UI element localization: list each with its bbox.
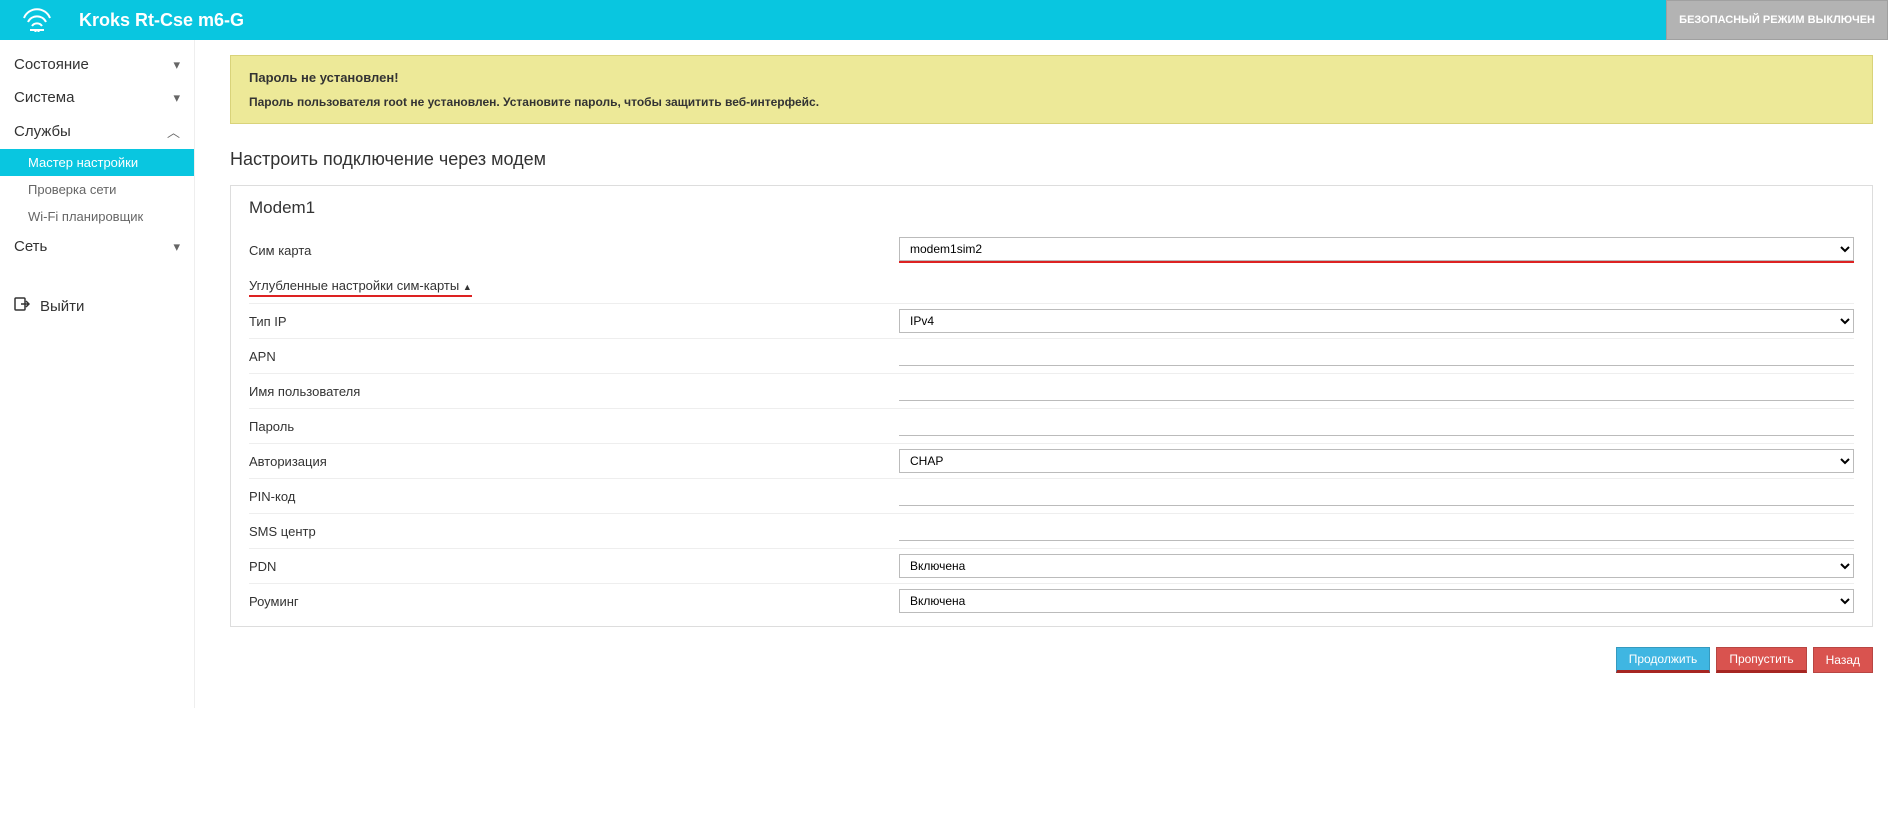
sidebar-item-label: Службы bbox=[14, 123, 71, 140]
sim-card-label: Сим карта bbox=[249, 243, 899, 258]
auth-label: Авторизация bbox=[249, 454, 899, 469]
modem-title: Modem1 bbox=[249, 198, 1854, 218]
sidebar-item-services[interactable]: Службы ︿ bbox=[0, 114, 194, 149]
pin-label: PIN-код bbox=[249, 489, 899, 504]
skip-button[interactable]: Пропустить bbox=[1716, 647, 1806, 673]
product-title: Kroks Rt-Cse m6-G bbox=[79, 10, 244, 31]
pdn-label: PDN bbox=[249, 559, 899, 574]
modem-panel: Modem1 Сим карта modem1sim2 Углубленные … bbox=[230, 185, 1873, 627]
warning-body: Пароль пользователя root не установлен. … bbox=[249, 95, 1854, 109]
apn-input[interactable] bbox=[899, 346, 1854, 366]
sidebar-sub-label: Мастер настройки bbox=[28, 155, 138, 170]
roaming-select[interactable]: Включена bbox=[899, 589, 1854, 613]
password-label: Пароль bbox=[249, 419, 899, 434]
ip-type-select[interactable]: IPv4 bbox=[899, 309, 1854, 333]
row-ip-type: Тип IP IPv4 bbox=[249, 303, 1854, 338]
chevron-down-icon: ▾ bbox=[173, 57, 180, 73]
triangle-up-icon: ▲ bbox=[463, 282, 472, 292]
sidebar-sub-setup-wizard[interactable]: Мастер настройки bbox=[0, 149, 194, 176]
roaming-label: Роуминг bbox=[249, 594, 899, 609]
sidebar-sub-label: Wi-Fi планировщик bbox=[28, 209, 143, 224]
warning-title: Пароль не установлен! bbox=[249, 70, 1854, 85]
main-content: Пароль не установлен! Пароль пользовател… bbox=[195, 40, 1888, 708]
continue-button[interactable]: Продолжить bbox=[1616, 647, 1711, 673]
top-bar: Kroks Rt-Cse m6-G БЕЗОПАСНЫЙ РЕЖИМ ВЫКЛЮ… bbox=[0, 0, 1888, 40]
ip-type-label: Тип IP bbox=[249, 314, 899, 329]
chevron-down-icon: ▾ bbox=[173, 239, 180, 255]
row-roaming: Роуминг Включена bbox=[249, 583, 1854, 618]
pin-input[interactable] bbox=[899, 486, 1854, 506]
row-sim-card: Сим карта modem1sim2 bbox=[249, 232, 1854, 268]
username-label: Имя пользователя bbox=[249, 384, 899, 399]
page-title: Настроить подключение через модем bbox=[230, 149, 1873, 170]
sidebar-item-system[interactable]: Система ▾ bbox=[0, 81, 194, 114]
row-username: Имя пользователя bbox=[249, 373, 1854, 408]
sim-card-select[interactable]: modem1sim2 bbox=[899, 237, 1854, 261]
password-warning: Пароль не установлен! Пароль пользовател… bbox=[230, 55, 1873, 124]
continue-label: Продолжить bbox=[1629, 652, 1698, 666]
apn-label: APN bbox=[249, 349, 899, 364]
sidebar-item-status[interactable]: Состояние ▾ bbox=[0, 48, 194, 81]
row-pin: PIN-код bbox=[249, 478, 1854, 513]
sms-center-label: SMS центр bbox=[249, 524, 899, 539]
footer-buttons: Продолжить Пропустить Назад bbox=[230, 647, 1873, 673]
password-input[interactable] bbox=[899, 416, 1854, 436]
wifi-logo-icon bbox=[20, 6, 54, 35]
sidebar-item-label: Состояние bbox=[14, 56, 89, 73]
back-label: Назад bbox=[1826, 653, 1860, 667]
sidebar-sub-label: Проверка сети bbox=[28, 182, 116, 197]
skip-label: Пропустить bbox=[1729, 652, 1793, 666]
advanced-sim-toggle[interactable]: Углубленные настройки сим-карты ▲ bbox=[249, 276, 472, 297]
logout-button[interactable]: Выйти bbox=[0, 288, 194, 324]
row-sms-center: SMS центр bbox=[249, 513, 1854, 548]
row-password: Пароль bbox=[249, 408, 1854, 443]
sidebar-sub-wifi-scheduler[interactable]: Wi-Fi планировщик bbox=[0, 203, 194, 230]
sms-center-input[interactable] bbox=[899, 521, 1854, 541]
sidebar-item-network[interactable]: Сеть ▾ bbox=[0, 230, 194, 263]
sidebar: Состояние ▾ Система ▾ Службы ︿ Мастер на… bbox=[0, 40, 195, 708]
logout-icon bbox=[14, 296, 30, 316]
sidebar-item-label: Система bbox=[14, 89, 74, 106]
username-input[interactable] bbox=[899, 381, 1854, 401]
chevron-down-icon: ▾ bbox=[173, 90, 180, 106]
chevron-up-icon: ︿ bbox=[167, 122, 180, 141]
safe-mode-button[interactable]: БЕЗОПАСНЫЙ РЕЖИМ ВЫКЛЮЧЕН bbox=[1666, 0, 1888, 40]
logout-label: Выйти bbox=[40, 298, 84, 315]
pdn-select[interactable]: Включена bbox=[899, 554, 1854, 578]
row-apn: APN bbox=[249, 338, 1854, 373]
sidebar-item-label: Сеть bbox=[14, 238, 47, 255]
sidebar-sub-network-check[interactable]: Проверка сети bbox=[0, 176, 194, 203]
advanced-sim-label: Углубленные настройки сим-карты bbox=[249, 278, 459, 293]
back-button[interactable]: Назад bbox=[1813, 647, 1873, 673]
row-pdn: PDN Включена bbox=[249, 548, 1854, 583]
row-auth: Авторизация CHAP bbox=[249, 443, 1854, 478]
auth-select[interactable]: CHAP bbox=[899, 449, 1854, 473]
